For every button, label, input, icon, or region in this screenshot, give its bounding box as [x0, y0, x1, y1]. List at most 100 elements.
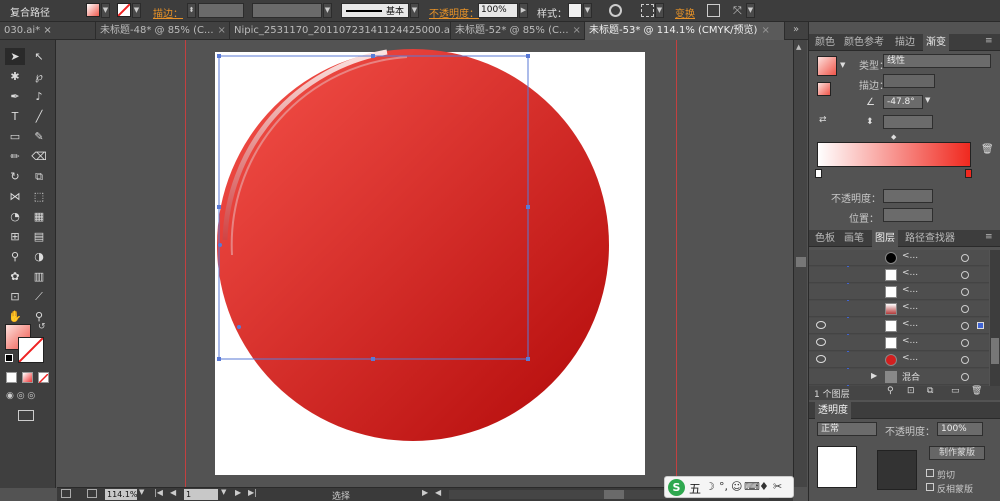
selection-tool-icon[interactable]: ➤	[5, 48, 25, 65]
swap-colors-icon[interactable]: ↺	[38, 322, 46, 332]
anchor-point[interactable]	[237, 325, 241, 329]
opacity-dropdown-icon[interactable]: ▶	[519, 3, 528, 18]
layer-target-icon[interactable]	[961, 288, 969, 296]
eyedropper-tool-icon[interactable]: ⚲	[5, 248, 25, 265]
ime-emoji-icon[interactable]: ☺	[731, 480, 742, 493]
fill-swatch[interactable]	[86, 3, 100, 17]
gradient-type-select[interactable]: 线性	[883, 54, 991, 68]
shape-builder-tool-icon[interactable]: ◔	[5, 208, 25, 225]
rectangle-tool-icon[interactable]: ▭	[5, 128, 25, 145]
stop-opacity-input[interactable]	[883, 189, 933, 203]
gradient-stop-right[interactable]	[965, 169, 972, 178]
perspective-grid-tool-icon[interactable]: ▦	[29, 208, 49, 225]
locate-object-icon[interactable]: ⚲	[887, 386, 894, 396]
mesh-tool-icon[interactable]: ⊞	[5, 228, 25, 245]
rotate-tool-icon[interactable]: ↻	[5, 168, 25, 185]
tab-document-nipic[interactable]: Nipic_2531170_20110723141124425000.ai*×	[230, 22, 451, 40]
draw-mode-icon[interactable]: ◉ ◎ ◎	[6, 391, 46, 402]
prev-artboard-icon[interactable]: ◀	[170, 488, 176, 497]
layers-scroll-thumb[interactable]	[991, 338, 999, 364]
aspect-ratio-input[interactable]	[883, 115, 933, 129]
horizontal-scroll-thumb[interactable]	[604, 490, 624, 499]
first-artboard-icon[interactable]: |◀	[154, 488, 163, 497]
gradient-slider[interactable]	[817, 142, 971, 167]
tab-document-52[interactable]: 未标题-52* @ 85% (C... ×	[451, 22, 585, 40]
screen-mode-icon[interactable]	[18, 410, 34, 421]
isolate-icon[interactable]: ⤧	[733, 4, 742, 18]
tab-pathfinder[interactable]: 路径查找器	[905, 230, 955, 247]
make-mask-button[interactable]: 制作蒙版	[929, 446, 985, 460]
opacity-label[interactable]: 不透明度：	[429, 5, 479, 20]
blend-tool-icon[interactable]: ◑	[29, 248, 49, 265]
visibility-eye-icon[interactable]	[816, 321, 826, 329]
gradient-thumb-dropdown-icon[interactable]: ▼	[840, 61, 845, 69]
align-dropdown-icon[interactable]: ▼	[655, 3, 664, 18]
layer-target-icon[interactable]	[961, 305, 969, 313]
gradient-stop-left[interactable]	[815, 169, 822, 178]
graphic-style-swatch[interactable]	[568, 3, 582, 18]
tab-brushes[interactable]: 画笔	[844, 230, 864, 247]
delete-layer-icon[interactable]: 🗑	[971, 386, 982, 396]
ime-logo-icon[interactable]: S	[668, 479, 685, 496]
paintbrush-tool-icon[interactable]: ✎	[29, 128, 49, 145]
layer-row[interactable]: <...	[809, 301, 989, 317]
tabs-overflow-icon[interactable]: »	[793, 24, 799, 35]
artboard-number-input[interactable]: 1	[184, 489, 218, 500]
none-mode-icon[interactable]	[38, 372, 49, 384]
stroke-label[interactable]: 描边：	[153, 5, 183, 20]
gradient-tool-icon[interactable]: ▤	[29, 228, 49, 245]
artboard-tool-icon[interactable]: ⊡	[5, 288, 25, 305]
ime-keyboard-icon[interactable]: ⌨	[744, 480, 760, 493]
ime-moon-icon[interactable]: ☽	[705, 480, 715, 493]
layers-scrollbar[interactable]	[990, 250, 1000, 386]
clip-checkbox[interactable]	[926, 469, 934, 477]
fill-stroke-small-icon[interactable]	[817, 82, 831, 96]
ime-skin-icon[interactable]: ♦	[759, 480, 769, 493]
transparency-thumbnail[interactable]	[817, 446, 857, 488]
next-artboard-icon[interactable]: ▶	[235, 488, 241, 497]
gradient-thumbnail[interactable]	[817, 56, 837, 76]
transparency-opacity-input[interactable]: 100%	[937, 422, 983, 436]
tab-document-030[interactable]: 030.ai* ×	[0, 22, 96, 40]
brush-style-dropdown-icon[interactable]: ▼	[410, 3, 419, 18]
status-menu-icon[interactable]: ▶	[422, 488, 428, 497]
invert-mask-checkbox[interactable]	[926, 483, 934, 491]
pencil-tool-icon[interactable]: ✏	[5, 148, 25, 165]
stroke-weight-stepper[interactable]: ⬍	[187, 3, 196, 18]
layer-row[interactable]: ▶ 混合	[809, 369, 989, 385]
gradient-midpoint-icon[interactable]: ◆	[891, 133, 896, 141]
type-tool-icon[interactable]: T	[5, 108, 25, 125]
artboard-dropdown-icon[interactable]: ▼	[221, 488, 226, 496]
tab-document-48[interactable]: 未标题-48* @ 85% (C... ×	[96, 22, 230, 40]
layer-row[interactable]: <...	[809, 352, 989, 368]
pen-tool-icon[interactable]: ✒	[5, 88, 25, 105]
stop-location-input[interactable]	[883, 208, 933, 222]
close-tab-icon[interactable]: ×	[218, 25, 226, 36]
visibility-eye-icon[interactable]	[816, 338, 826, 346]
tab-gradient[interactable]: 渐变	[923, 34, 949, 51]
tab-color-guide[interactable]: 颜色参考	[844, 34, 884, 51]
angle-dropdown-icon[interactable]: ▼	[925, 96, 930, 104]
red-circle[interactable]	[217, 49, 609, 441]
layer-row[interactable]: <...	[809, 267, 989, 283]
visibility-eye-icon[interactable]	[816, 355, 826, 363]
gradient-mode-icon[interactable]	[22, 372, 33, 383]
scroll-left-icon[interactable]: ◀	[435, 488, 441, 497]
close-tab-icon[interactable]: ×	[761, 25, 769, 36]
variable-width-dropdown[interactable]	[252, 3, 322, 18]
free-transform-tool-icon[interactable]: ⬚	[29, 188, 49, 205]
line-tool-icon[interactable]: ╱	[29, 108, 49, 125]
variable-width-dropdown-icon[interactable]: ▼	[323, 3, 332, 18]
tab-layers[interactable]: 图层	[872, 230, 898, 247]
recolor-icon[interactable]	[609, 4, 622, 17]
lasso-tool-icon[interactable]: ℘	[29, 68, 49, 85]
layer-target-icon[interactable]	[961, 322, 969, 330]
hand-tool-icon[interactable]: ✋	[5, 308, 25, 325]
layer-target-icon[interactable]	[961, 356, 969, 364]
make-clip-mask-icon[interactable]: ⊡	[907, 386, 915, 396]
curvature-tool-icon[interactable]: ♪	[29, 88, 49, 105]
layer-target-icon[interactable]	[961, 373, 969, 381]
ime-settings-icon[interactable]: ✂	[773, 480, 782, 493]
new-layer-icon[interactable]: ▭	[951, 386, 960, 396]
scale-tool-icon[interactable]: ⧉	[29, 168, 49, 185]
